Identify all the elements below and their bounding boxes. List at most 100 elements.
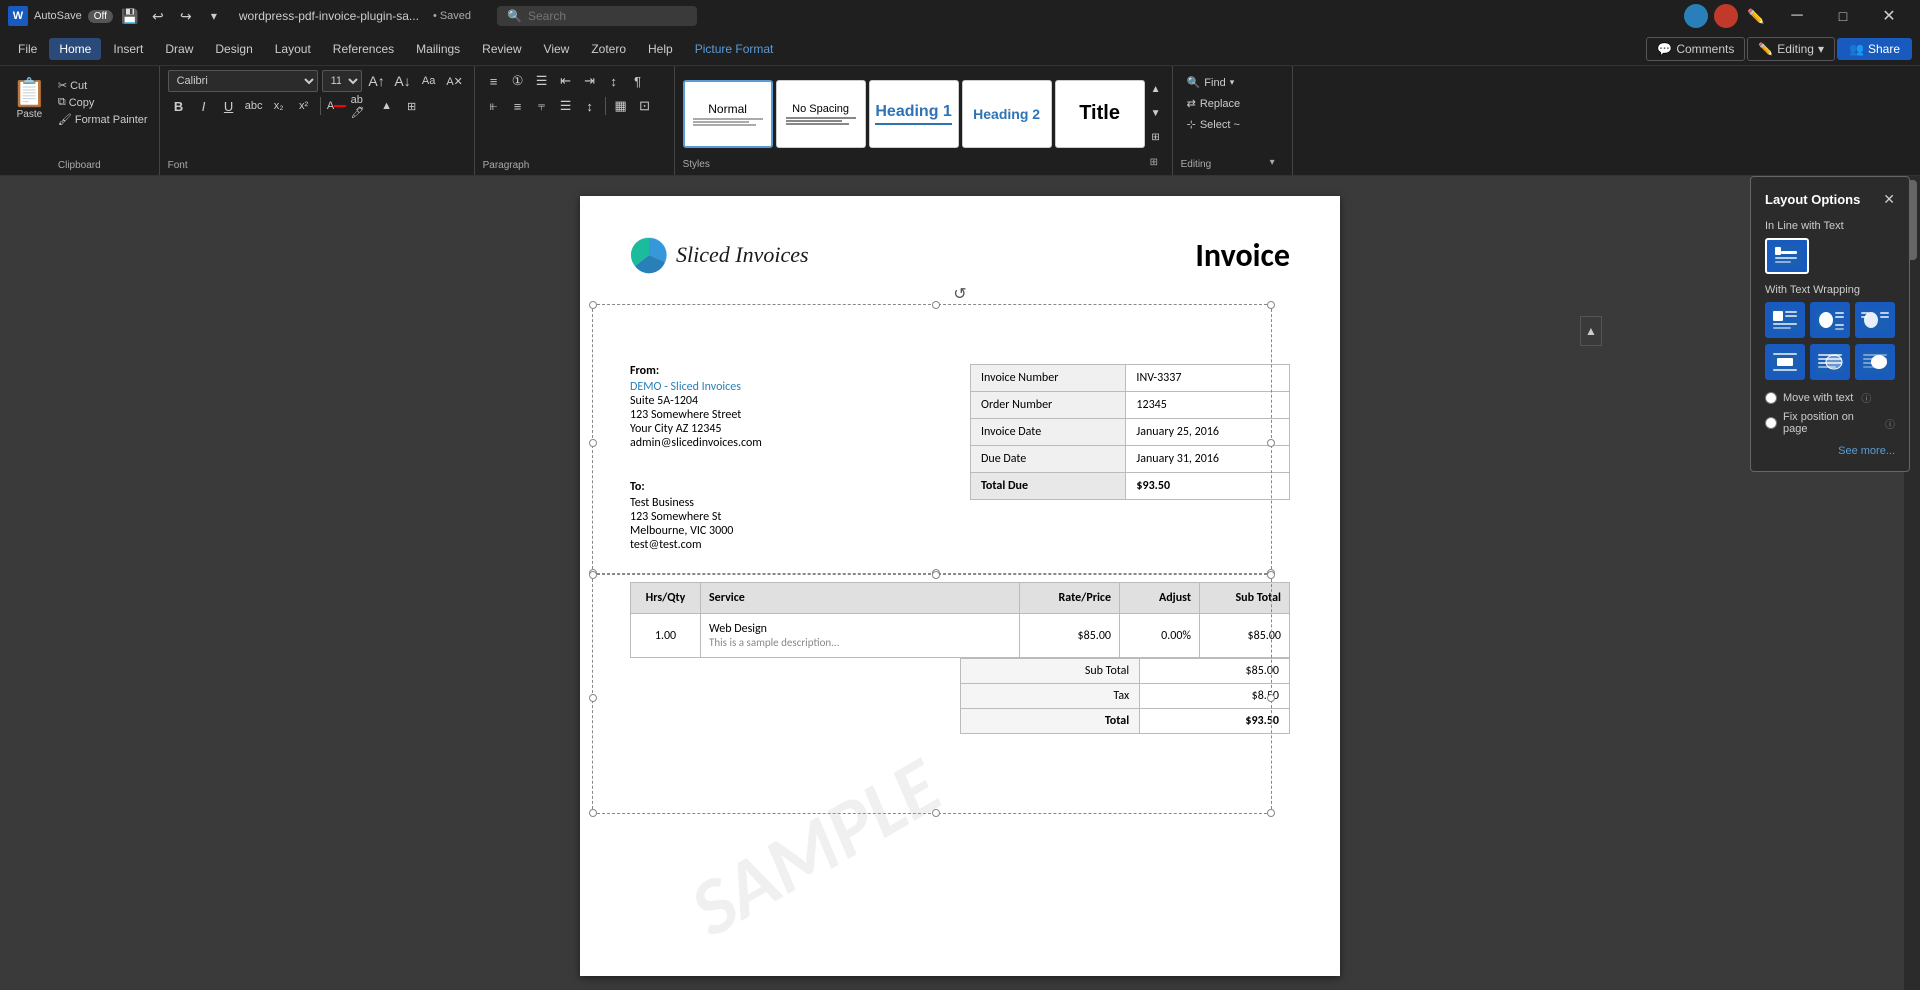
subscript-button[interactable]: x₂ bbox=[268, 95, 290, 117]
share-button[interactable]: 👥 Share bbox=[1837, 38, 1912, 60]
menu-picture-format[interactable]: Picture Format bbox=[685, 38, 784, 60]
font-color-button[interactable]: A bbox=[326, 95, 348, 117]
strikethrough-button[interactable]: abc bbox=[243, 95, 265, 117]
menu-review[interactable]: Review bbox=[472, 38, 531, 60]
italic-button[interactable]: I bbox=[193, 95, 215, 117]
align-center-button[interactable]: ≡ bbox=[507, 95, 529, 117]
find-button[interactable]: 🔍 Find ▾ bbox=[1181, 74, 1284, 91]
styles-dialog-button[interactable]: ⊞ bbox=[1150, 157, 1164, 171]
from-section: From: DEMO - Sliced Invoices Suite 5A-12… bbox=[630, 364, 950, 450]
decrease-indent-button[interactable]: ⇤ bbox=[555, 70, 577, 92]
shading-button[interactable]: ▲ bbox=[376, 95, 398, 117]
menu-view[interactable]: View bbox=[534, 38, 580, 60]
scroll-up-button[interactable]: ▲ bbox=[1580, 316, 1602, 346]
bullets-button[interactable]: ≡ bbox=[483, 70, 505, 92]
increase-font-button[interactable]: A↑ bbox=[366, 70, 388, 92]
see-more-link[interactable]: See more... bbox=[1765, 445, 1895, 457]
pen-icon[interactable]: ✏️ bbox=[1744, 4, 1768, 28]
with-wrapping-label: With Text Wrapping bbox=[1765, 284, 1895, 296]
minimize-button[interactable]: ─ bbox=[1774, 0, 1820, 32]
logo-text: Sliced Invoices bbox=[676, 242, 809, 268]
style-heading2[interactable]: Heading 2 bbox=[962, 80, 1052, 148]
shading2-button[interactable]: ▦ bbox=[610, 95, 632, 117]
font-size-select[interactable]: 11 bbox=[322, 70, 362, 92]
styles-scroll-up[interactable]: ▲ bbox=[1148, 79, 1164, 101]
menu-home[interactable]: Home bbox=[49, 38, 101, 60]
menu-help[interactable]: Help bbox=[638, 38, 683, 60]
layout-panel-close[interactable]: ✕ bbox=[1883, 191, 1895, 208]
select-button[interactable]: ⊹ Select ~ bbox=[1181, 116, 1284, 133]
close-button[interactable]: ✕ bbox=[1866, 0, 1912, 32]
menu-file[interactable]: File bbox=[8, 38, 47, 60]
style-title[interactable]: Title bbox=[1055, 80, 1145, 148]
clipboard-group-label: Clipboard bbox=[58, 160, 101, 171]
avatar[interactable] bbox=[1714, 4, 1738, 28]
menu-mailings[interactable]: Mailings bbox=[406, 38, 470, 60]
copy-button[interactable]: ⧉ Copy bbox=[55, 95, 151, 110]
share-label: Share bbox=[1868, 42, 1900, 56]
move-with-text-radio[interactable]: Move with text ⓘ bbox=[1765, 390, 1895, 405]
menu-zotero[interactable]: Zotero bbox=[581, 38, 636, 60]
menu-insert[interactable]: Insert bbox=[103, 38, 153, 60]
editing-group-label: Editing bbox=[1181, 159, 1212, 170]
borders-button[interactable]: ⊡ bbox=[634, 95, 656, 117]
from-company-link[interactable]: DEMO - Sliced Invoices bbox=[630, 380, 950, 394]
numbering-button[interactable]: ① bbox=[507, 70, 529, 92]
layout-inline-button[interactable] bbox=[1765, 238, 1809, 274]
undo-button[interactable]: ↩ bbox=[147, 5, 169, 27]
doc-title: wordpress-pdf-invoice-plugin-sa... bbox=[239, 9, 419, 23]
multilevel-button[interactable]: ☰ bbox=[531, 70, 553, 92]
editing-dropdown-button[interactable]: ✏️ Editing ▾ bbox=[1747, 37, 1835, 61]
align-right-button[interactable]: ⫧ bbox=[531, 95, 553, 117]
user-profile-icon[interactable] bbox=[1684, 4, 1708, 28]
bold-button[interactable]: B bbox=[168, 95, 190, 117]
clear-formatting-button[interactable]: A✕ bbox=[444, 70, 466, 92]
paste-button[interactable]: 📋 Paste bbox=[8, 74, 51, 122]
layout-wrap-topbottom[interactable] bbox=[1765, 344, 1805, 380]
font-family-select[interactable]: Calibri bbox=[168, 70, 318, 92]
layout-wrap-behind[interactable] bbox=[1810, 344, 1850, 380]
rotation-handle[interactable]: ↺ bbox=[950, 284, 970, 304]
search-input[interactable] bbox=[528, 9, 678, 23]
format-painter-button[interactable]: 🖌 Format Painter bbox=[55, 112, 151, 127]
save-icon[interactable]: 💾 bbox=[119, 5, 141, 27]
superscript-button[interactable]: x² bbox=[293, 95, 315, 117]
menu-layout[interactable]: Layout bbox=[265, 38, 321, 60]
editing-expand[interactable]: ▾ bbox=[1270, 157, 1284, 171]
menu-references[interactable]: References bbox=[323, 38, 404, 60]
fix-position-radio[interactable]: Fix position on page ⓘ bbox=[1765, 411, 1895, 435]
highlight-button[interactable]: ab🖊 bbox=[351, 95, 373, 117]
change-case-button[interactable]: Aa bbox=[418, 70, 440, 92]
more-icon[interactable]: ▾ bbox=[203, 5, 225, 27]
autosave-toggle[interactable]: Off bbox=[88, 10, 113, 23]
increase-indent-button[interactable]: ⇥ bbox=[579, 70, 601, 92]
show-marks-button[interactable]: ¶ bbox=[627, 70, 649, 92]
menu-design[interactable]: Design bbox=[205, 38, 262, 60]
style-no-spacing[interactable]: No Spacing bbox=[776, 80, 866, 148]
decrease-font-button[interactable]: A↓ bbox=[392, 70, 414, 92]
maximize-button[interactable]: □ bbox=[1820, 0, 1866, 32]
styles-scroll-down[interactable]: ▼ bbox=[1148, 103, 1164, 125]
layout-wrap-infront[interactable] bbox=[1855, 344, 1895, 380]
redo-button[interactable]: ↪ bbox=[175, 5, 197, 27]
search-box[interactable]: 🔍 bbox=[497, 6, 697, 26]
align-left-button[interactable]: ⫦ bbox=[483, 95, 505, 117]
underline-button[interactable]: U bbox=[218, 95, 240, 117]
to-label: To: bbox=[630, 480, 950, 494]
layout-wrap-through[interactable] bbox=[1855, 302, 1895, 338]
layout-wrap-tight[interactable] bbox=[1810, 302, 1850, 338]
replace-button[interactable]: ⇄ Replace bbox=[1181, 95, 1284, 112]
line-spacing-button[interactable]: ↕ bbox=[579, 95, 601, 117]
chevron-down-icon: ▾ bbox=[1818, 42, 1824, 56]
layout-wrap-square[interactable] bbox=[1765, 302, 1805, 338]
detail-value-2: January 25, 2016 bbox=[1126, 419, 1290, 446]
sort-button[interactable]: ↕ bbox=[603, 70, 625, 92]
menu-draw[interactable]: Draw bbox=[155, 38, 203, 60]
style-normal[interactable]: Normal bbox=[683, 80, 773, 148]
justify-button[interactable]: ☰ bbox=[555, 95, 577, 117]
border-button[interactable]: ⊞ bbox=[401, 95, 423, 117]
style-heading1[interactable]: Heading 1 bbox=[869, 80, 959, 148]
styles-expand[interactable]: ⊞ bbox=[1148, 127, 1164, 149]
cut-button[interactable]: ✂ Cut bbox=[55, 78, 151, 93]
comments-button[interactable]: 💬 Comments bbox=[1646, 37, 1745, 61]
